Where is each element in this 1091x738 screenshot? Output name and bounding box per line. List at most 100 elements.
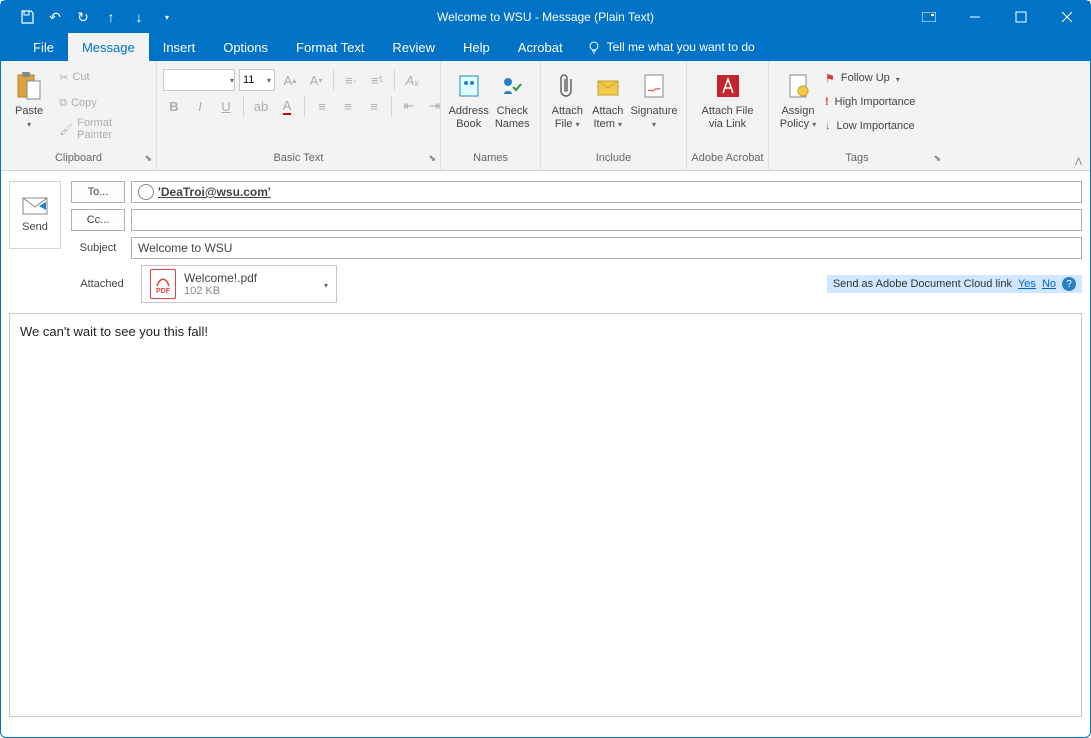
group-adobe: Attach Filevia Link Adobe Acrobat [687,61,769,170]
ribbon-display-icon[interactable] [906,1,952,33]
adobe-cloud-bar: Send as Adobe Document Cloud link Yes No… [827,275,1082,293]
subject-label: Subject [71,242,125,254]
bullets-icon[interactable]: ≡· [340,69,362,91]
tab-acrobat[interactable]: Acrobat [504,33,577,61]
to-field[interactable]: 'DeaTroi@wsu.com' [131,181,1082,203]
scissors-icon: ✂ [59,71,68,84]
tab-message[interactable]: Message [68,33,149,61]
arrow-down-icon[interactable]: ↓ [125,3,153,31]
ribbon-tabs: File Message Insert Options Format Text … [1,33,1090,61]
tab-options[interactable]: Options [209,33,282,61]
cut-button[interactable]: ✂ Cut [55,65,150,89]
paste-button[interactable]: Paste▾ [7,65,51,149]
cc-field[interactable] [131,209,1082,231]
attach-item-icon [596,69,620,103]
group-include: AttachFile ▾ AttachItem ▾ Signature▾ Inc… [541,61,687,170]
compose-header: Send To... 'DeaTroi@wsu.com' Cc... Subje… [1,171,1090,259]
save-icon[interactable] [13,3,41,31]
minimize-button[interactable] [952,1,998,33]
attached-label: Attached [75,278,129,290]
recipient-chip[interactable]: 'DeaTroi@wsu.com' [158,185,271,199]
tab-insert[interactable]: Insert [149,33,210,61]
window-title: Welcome to WSU - Message (Plain Text) [437,10,654,24]
send-button[interactable]: Send [9,181,61,249]
tab-help[interactable]: Help [449,33,504,61]
paperclip-icon [557,69,577,103]
attach-file-button[interactable]: AttachFile ▾ [547,65,587,149]
adobe-no-link[interactable]: No [1042,278,1056,290]
to-button[interactable]: To... [71,181,125,203]
high-importance-icon: ! [825,96,829,108]
pdf-icon: PDF [150,269,176,299]
follow-up-button[interactable]: ⚑ Follow Up ▾ [821,67,919,89]
redo-icon[interactable]: ↻ [69,3,97,31]
font-size-select[interactable]: 11▾ [239,69,275,91]
close-button[interactable] [1044,1,1090,33]
align-center-icon[interactable]: ≡ [337,95,359,117]
attach-via-link-button[interactable]: Attach Filevia Link [693,65,762,149]
undo-icon[interactable]: ↶ [41,3,69,31]
high-importance-button[interactable]: ! High Importance [821,91,919,113]
assign-policy-button[interactable]: AssignPolicy ▾ [775,65,821,149]
ribbon: Paste▾ ✂ Cut ⧉ Copy 🖌 Format Painter Cli… [1,61,1090,171]
policy-icon [787,69,809,103]
align-right-icon[interactable]: ≡ [363,95,385,117]
basictext-launcher-icon[interactable]: ⬊ [428,153,436,164]
bold-icon[interactable]: B [163,95,185,117]
font-family-select[interactable]: ▾ [163,69,235,91]
underline-icon[interactable]: U [215,95,237,117]
adobe-icon [715,69,741,103]
highlight-icon[interactable]: ab [250,95,272,117]
tell-me-search[interactable]: Tell me what you want to do [577,33,755,61]
group-names: AddressBook CheckNames Names [441,61,541,170]
collapse-ribbon-icon[interactable]: ᐱ [1075,157,1082,168]
shrink-font-icon[interactable]: A▾ [305,69,327,91]
subject-field[interactable]: Welcome to WSU [131,237,1082,259]
attachment-chip[interactable]: PDF Welcome!.pdf 102 KB ▾ [141,265,337,303]
font-color-icon[interactable]: A [276,95,298,117]
format-painter-button[interactable]: 🖌 Format Painter [55,117,150,141]
arrow-up-icon[interactable]: ↑ [97,3,125,31]
adobe-yes-link[interactable]: Yes [1018,278,1036,290]
attachment-size: 102 KB [184,285,257,297]
clipboard-launcher-icon[interactable]: ⬊ [144,153,152,164]
attachment-row: Attached PDF Welcome!.pdf 102 KB ▾ Send … [1,259,1090,303]
decrease-indent-icon[interactable]: ⇤ [398,95,420,117]
check-names-button[interactable]: CheckNames [491,65,535,149]
attachment-menu-icon[interactable]: ▾ [324,281,328,290]
cc-button[interactable]: Cc... [71,209,125,231]
qat-customize-icon[interactable]: ▾ [153,3,181,31]
numbering-icon[interactable]: ≡¹ [366,69,388,91]
grow-font-icon[interactable]: A▴ [279,69,301,91]
paste-icon [16,69,42,103]
attachment-name: Welcome!.pdf [184,271,257,285]
signature-button[interactable]: Signature▾ [628,65,680,149]
flag-icon: ⚑ [825,72,835,85]
low-importance-icon: ↓ [825,120,831,132]
copy-icon: ⧉ [59,97,67,110]
maximize-button[interactable] [998,1,1044,33]
group-clipboard: Paste▾ ✂ Cut ⧉ Copy 🖌 Format Painter Cli… [1,61,157,170]
copy-button[interactable]: ⧉ Copy [55,91,150,115]
tab-file[interactable]: File [19,33,68,61]
tab-review[interactable]: Review [378,33,449,61]
clear-format-icon[interactable]: Aₓ [401,69,423,91]
italic-icon[interactable]: I [189,95,211,117]
check-names-icon [500,69,524,103]
lightbulb-icon [587,40,601,54]
align-left-icon[interactable]: ≡ [311,95,333,117]
address-book-button[interactable]: AddressBook [447,65,491,149]
contact-icon [138,184,154,200]
group-tags: AssignPolicy ▾ ⚑ Follow Up ▾ ! High Impo… [769,61,945,170]
group-basic-text: ▾ 11▾ A▴ A▾ ≡· ≡¹ Aₓ B I U ab A ≡ ≡ ≡ [157,61,441,170]
signature-icon [642,69,666,103]
attach-item-button[interactable]: AttachItem ▾ [587,65,627,149]
send-icon [22,197,48,215]
tab-format-text[interactable]: Format Text [282,33,378,61]
help-icon[interactable]: ? [1062,277,1076,291]
brush-icon: 🖌 [59,123,73,136]
tags-launcher-icon[interactable]: ⬊ [933,153,941,164]
low-importance-button[interactable]: ↓ Low Importance [821,115,919,137]
title-bar: ↶ ↻ ↑ ↓ ▾ Welcome to WSU - Message (Plai… [1,1,1090,33]
message-body[interactable]: We can't wait to see you this fall! [9,313,1082,717]
